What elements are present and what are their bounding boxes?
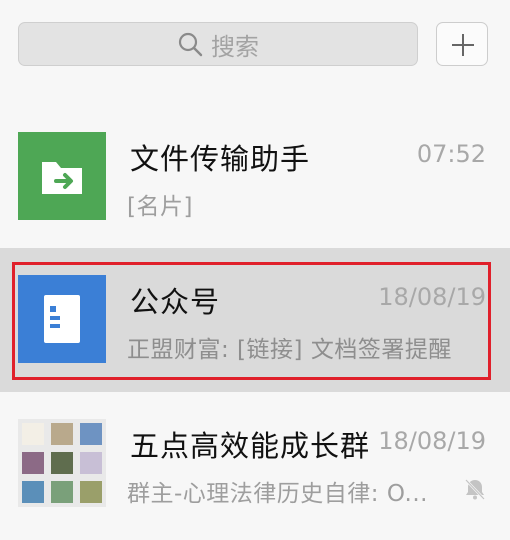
group-member-avatar [80,481,102,503]
group-member-avatar [51,423,73,445]
avatar [18,132,106,220]
plus-icon [452,34,474,56]
chat-title: 文件传输助手 [130,142,311,176]
chat-item-group[interactable]: 五点高效能成长群 18/08/19 群主-心理法律历史自律: O... [0,392,510,537]
chat-time: 07:52 [416,140,486,168]
add-button[interactable] [436,22,488,66]
search-placeholder: 搜索 [211,32,259,61]
chat-preview: 群主-心理法律历史自律: O... [127,481,428,507]
group-member-avatar [22,452,44,474]
group-member-avatar [51,452,73,474]
highlight-box [12,262,491,380]
chat-title: 五点高效能成长群 [130,429,371,463]
folder-arrow-icon [42,162,82,194]
group-avatar-grid [18,419,106,507]
chat-time: 18/08/19 [378,427,486,455]
group-member-avatar [80,423,102,445]
search-icon [178,32,203,57]
group-member-avatar [22,481,44,503]
group-member-avatar [51,481,73,503]
group-member-avatar [22,423,44,445]
group-member-avatar [80,452,102,474]
search-input[interactable]: 搜索 [18,22,418,66]
chat-preview: [名片] [127,194,193,220]
mute-bell-icon [465,479,485,500]
chat-item-file-transfer[interactable]: 文件传输助手 07:52 [名片] [0,105,510,250]
top-bar: 搜索 [0,0,510,105]
